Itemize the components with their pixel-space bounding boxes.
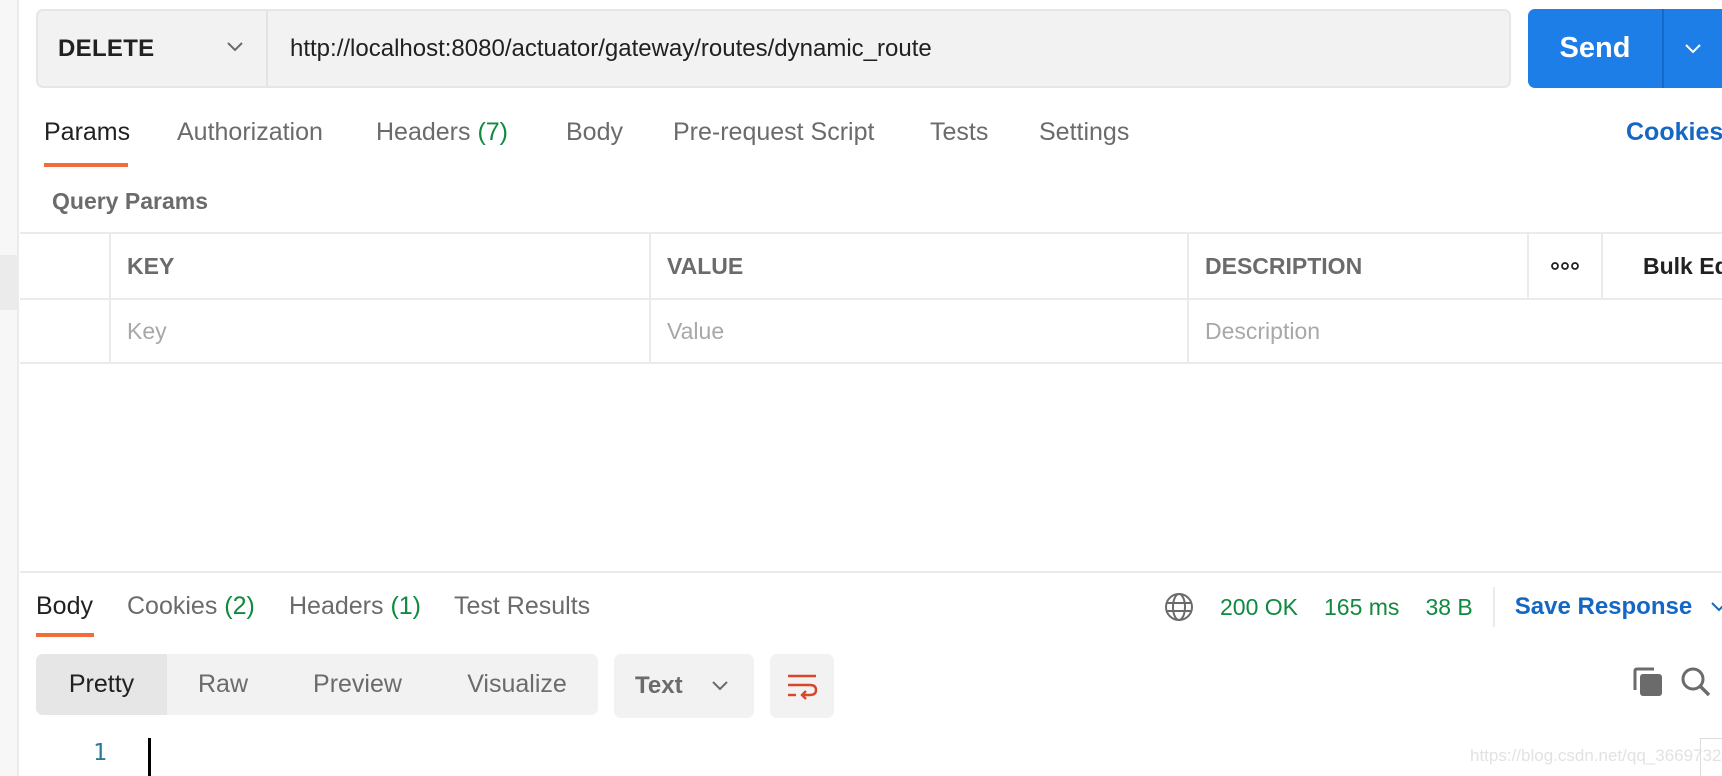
query-params-table: KEY VALUE DESCRIPTION Bulk Edit <box>20 232 1722 364</box>
url-input[interactable] <box>268 11 1509 86</box>
tab-tests[interactable]: Tests <box>930 118 988 147</box>
response-size[interactable]: 38 B <box>1425 594 1472 621</box>
value-input[interactable] <box>667 317 1187 345</box>
copy-icon[interactable] <box>1632 666 1664 698</box>
request-url-bar: DELETE <box>36 9 1511 88</box>
response-tab-headers[interactable]: Headers (1) <box>289 592 421 621</box>
wrap-lines-button[interactable] <box>770 654 834 718</box>
more-horizontal-icon <box>1551 262 1579 270</box>
chevron-down-icon <box>1685 43 1701 53</box>
format-preview[interactable]: Preview <box>279 654 436 715</box>
chevron-down-icon <box>711 681 728 691</box>
response-tab-body[interactable]: Body <box>36 592 93 621</box>
tab-pre-request-script[interactable]: Pre-request Script <box>673 118 874 147</box>
value-cell <box>649 300 1187 362</box>
column-header-value: VALUE <box>649 234 1187 298</box>
line-number: 1 <box>93 740 107 766</box>
save-response-label: Save Response <box>1514 593 1693 620</box>
chevron-down-icon <box>1711 602 1722 612</box>
checkbox-column-header <box>20 234 109 298</box>
sidebar-selected-item[interactable] <box>0 255 17 310</box>
divider <box>1492 587 1495 627</box>
method-select[interactable]: DELETE <box>38 11 268 86</box>
left-sidebar <box>0 0 19 776</box>
tab-label: Test Results <box>454 592 591 620</box>
query-params-title: Query Params <box>52 188 208 214</box>
send-button[interactable]: Send <box>1528 9 1664 88</box>
column-header-description: DESCRIPTION <box>1187 234 1527 298</box>
tab-label: Params <box>44 118 131 146</box>
row-checkbox-cell <box>20 300 109 362</box>
key-cell <box>109 300 649 362</box>
search-icon[interactable] <box>1680 666 1712 698</box>
tab-body[interactable]: Body <box>566 118 623 147</box>
description-cell <box>1187 300 1722 362</box>
send-options-button[interactable] <box>1664 9 1722 88</box>
pane-resize-handle[interactable] <box>20 571 1722 573</box>
tab-label: Pre-request Script <box>673 118 875 146</box>
tab-label: Headers <box>376 118 471 146</box>
save-response-button[interactable]: Save Response <box>1515 593 1722 621</box>
headers-count: (7) <box>477 118 509 146</box>
corner-element <box>1700 738 1722 776</box>
format-visualize[interactable]: Visualize <box>436 654 598 715</box>
tab-label: Body <box>566 118 623 146</box>
active-tab-indicator <box>44 163 128 167</box>
status-code[interactable]: 200 OK <box>1220 594 1298 621</box>
response-meta: 200 OK 165 ms 38 B Save Response <box>1164 587 1722 627</box>
response-tab-cookies[interactable]: Cookies (2) <box>127 592 255 621</box>
table-row <box>20 298 1722 364</box>
headers-count: (1) <box>390 592 422 620</box>
more-options-button[interactable] <box>1527 234 1601 298</box>
chevron-down-icon <box>227 42 243 52</box>
tab-label: Settings <box>1039 118 1130 146</box>
format-tabs: Pretty Raw Preview Visualize <box>36 654 598 715</box>
tab-label: Cookies <box>127 592 218 620</box>
bulk-edit-button[interactable]: Bulk Edit <box>1601 234 1722 298</box>
method-label: DELETE <box>58 34 155 62</box>
send-button-group: Send <box>1528 9 1722 88</box>
tab-headers[interactable]: Headers (7) <box>376 118 508 147</box>
tab-authorization[interactable]: Authorization <box>177 118 323 147</box>
response-time[interactable]: 165 ms <box>1324 594 1399 621</box>
tab-label: Body <box>36 592 93 620</box>
tab-params[interactable]: Params <box>44 118 130 147</box>
watermark: https://blog.csdn.net/qq_36697327 <box>1470 746 1722 765</box>
cookies-link[interactable]: Cookies <box>1626 118 1722 147</box>
globe-icon[interactable] <box>1164 592 1194 622</box>
tab-settings[interactable]: Settings <box>1039 118 1129 147</box>
format-raw[interactable]: Raw <box>167 654 279 715</box>
table-header-row: KEY VALUE DESCRIPTION Bulk Edit <box>20 232 1722 298</box>
text-cursor[interactable] <box>148 738 151 776</box>
tab-label: Tests <box>930 118 989 146</box>
format-type-label: Text <box>635 672 683 699</box>
tab-label: Headers <box>289 592 384 620</box>
response-tab-test-results[interactable]: Test Results <box>454 592 590 621</box>
description-input[interactable] <box>1205 317 1722 345</box>
column-header-key: KEY <box>109 234 649 298</box>
wrap-lines-icon <box>788 674 818 700</box>
key-input[interactable] <box>127 317 649 345</box>
active-response-tab-indicator <box>36 633 94 637</box>
tab-label: Authorization <box>177 118 323 146</box>
cookies-count: (2) <box>224 592 255 620</box>
format-pretty[interactable]: Pretty <box>36 654 167 715</box>
format-type-select[interactable]: Text <box>614 654 754 718</box>
